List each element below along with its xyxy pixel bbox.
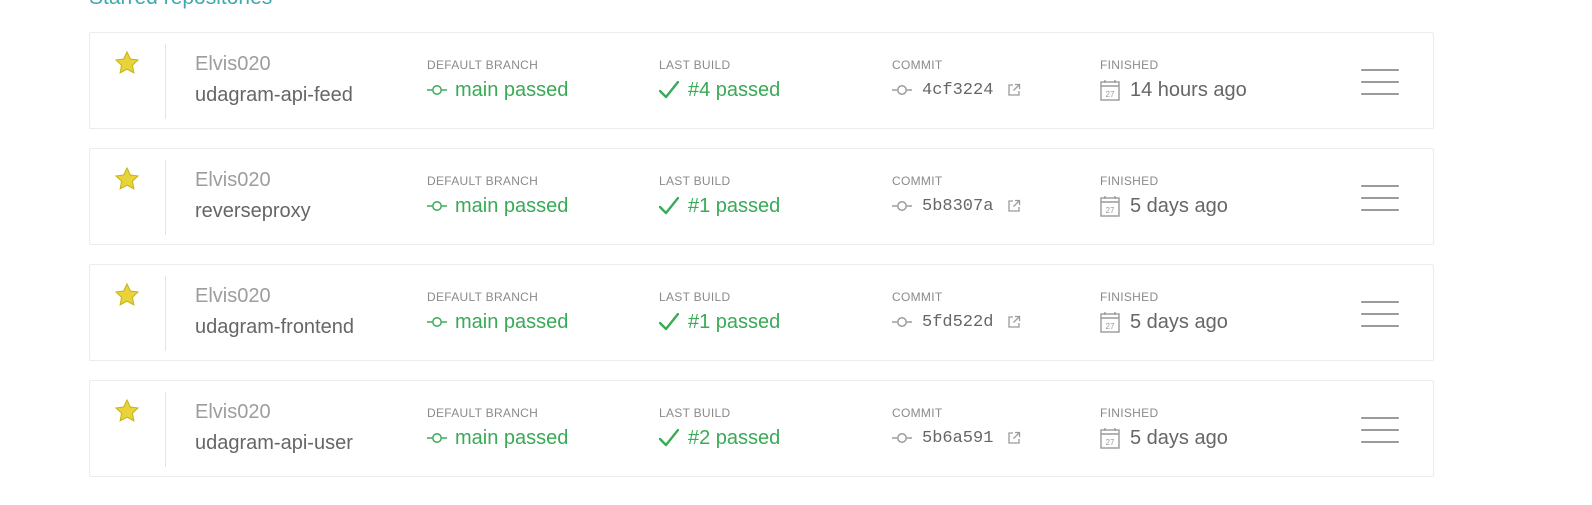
calendar-icon: 27 xyxy=(1100,80,1120,101)
branch-status-text: main passed xyxy=(455,310,569,333)
commit-node-icon xyxy=(892,433,912,443)
default-branch-label: DEFAULT BRANCH xyxy=(427,290,539,304)
last-build-status[interactable]: #4 passed xyxy=(659,77,780,103)
star-icon[interactable] xyxy=(114,166,140,192)
commit-link[interactable]: 5b6a591 xyxy=(892,425,1021,451)
commit-link[interactable]: 5fd522d xyxy=(892,309,1021,335)
default-branch-label: DEFAULT BRANCH xyxy=(427,174,539,188)
finished-time: 27 5 days ago xyxy=(1100,193,1228,219)
finished-label: FINISHED xyxy=(1100,406,1159,420)
section-title[interactable]: Starred repositories xyxy=(89,0,272,10)
repo-name[interactable]: udagram-api-feed xyxy=(195,84,353,107)
divider xyxy=(165,276,166,351)
hamburger-menu-icon[interactable] xyxy=(1361,301,1399,327)
default-branch-label: DEFAULT BRANCH xyxy=(427,406,539,420)
repo-owner[interactable]: Elvis020 xyxy=(195,53,271,76)
check-icon xyxy=(659,81,679,99)
branch-status-text: main passed xyxy=(455,194,569,217)
repo-name[interactable]: udagram-api-user xyxy=(195,432,353,455)
commit-node-icon xyxy=(892,201,912,211)
hamburger-menu-icon[interactable] xyxy=(1361,185,1399,211)
calendar-day: 27 xyxy=(1106,90,1115,99)
commit-link[interactable]: 4cf3224 xyxy=(892,77,1021,103)
repo-card: Elvis020 udagram-api-user DEFAULT BRANCH… xyxy=(89,380,1434,477)
repo-owner[interactable]: Elvis020 xyxy=(195,285,271,308)
divider xyxy=(165,160,166,235)
branch-status-text: main passed xyxy=(455,426,569,449)
commit-label: COMMIT xyxy=(892,406,943,420)
branch-status-text: main passed xyxy=(455,78,569,101)
finished-label: FINISHED xyxy=(1100,58,1159,72)
finished-label: FINISHED xyxy=(1100,174,1159,188)
finished-label: FINISHED xyxy=(1100,290,1159,304)
check-icon xyxy=(659,313,679,331)
finished-text: 5 days ago xyxy=(1130,426,1228,449)
commit-node-icon xyxy=(427,85,447,95)
repo-owner[interactable]: Elvis020 xyxy=(195,169,271,192)
last-build-label: LAST BUILD xyxy=(659,406,731,420)
commit-node-icon xyxy=(427,317,447,327)
finished-text: 5 days ago xyxy=(1130,194,1228,217)
star-icon[interactable] xyxy=(114,50,140,76)
repo-card: Elvis020 reverseproxy DEFAULT BRANCH mai… xyxy=(89,148,1434,245)
calendar-icon: 27 xyxy=(1100,312,1120,333)
last-build-status[interactable]: #1 passed xyxy=(659,193,780,219)
default-branch-status[interactable]: main passed xyxy=(427,193,568,219)
repo-card: Elvis020 udagram-frontend DEFAULT BRANCH… xyxy=(89,264,1434,361)
commit-sha: 5b8307a xyxy=(922,196,994,216)
repo-name[interactable]: reverseproxy xyxy=(195,200,311,223)
build-status-text: #4 passed xyxy=(688,78,781,101)
commit-label: COMMIT xyxy=(892,58,943,72)
repo-name[interactable]: udagram-frontend xyxy=(195,316,354,339)
commit-label: COMMIT xyxy=(892,174,943,188)
commit-node-icon xyxy=(892,85,912,95)
default-branch-status[interactable]: main passed xyxy=(427,425,568,451)
commit-sha: 5b6a591 xyxy=(922,428,994,448)
repo-card: Elvis020 udagram-api-feed DEFAULT BRANCH… xyxy=(89,32,1434,129)
hamburger-menu-icon[interactable] xyxy=(1361,417,1399,443)
commit-label: COMMIT xyxy=(892,290,943,304)
default-branch-label: DEFAULT BRANCH xyxy=(427,58,539,72)
commit-sha: 4cf3224 xyxy=(922,80,994,100)
repo-list: Elvis020 udagram-api-feed DEFAULT BRANCH… xyxy=(89,32,1434,496)
default-branch-status[interactable]: main passed xyxy=(427,77,568,103)
last-build-status[interactable]: #1 passed xyxy=(659,309,780,335)
commit-sha: 5fd522d xyxy=(922,312,994,332)
check-icon xyxy=(659,197,679,215)
finished-time: 27 14 hours ago xyxy=(1100,77,1247,103)
divider xyxy=(165,392,166,467)
repo-owner[interactable]: Elvis020 xyxy=(195,401,271,424)
last-build-label: LAST BUILD xyxy=(659,290,731,304)
default-branch-status[interactable]: main passed xyxy=(427,309,568,335)
finished-text: 5 days ago xyxy=(1130,310,1228,333)
finished-text: 14 hours ago xyxy=(1130,78,1247,101)
build-status-text: #2 passed xyxy=(688,426,781,449)
hamburger-menu-icon[interactable] xyxy=(1361,69,1399,95)
calendar-day: 27 xyxy=(1106,438,1115,447)
commit-node-icon xyxy=(427,433,447,443)
last-build-status[interactable]: #2 passed xyxy=(659,425,780,451)
calendar-day: 27 xyxy=(1106,322,1115,331)
commit-node-icon xyxy=(892,317,912,327)
finished-time: 27 5 days ago xyxy=(1100,309,1228,335)
commit-link[interactable]: 5b8307a xyxy=(892,193,1021,219)
check-icon xyxy=(659,429,679,447)
last-build-label: LAST BUILD xyxy=(659,58,731,72)
build-status-text: #1 passed xyxy=(688,310,781,333)
calendar-icon: 27 xyxy=(1100,428,1120,449)
calendar-icon: 27 xyxy=(1100,196,1120,217)
last-build-label: LAST BUILD xyxy=(659,174,731,188)
divider xyxy=(165,44,166,119)
external-link-icon xyxy=(1008,431,1021,444)
star-icon[interactable] xyxy=(114,282,140,308)
finished-time: 27 5 days ago xyxy=(1100,425,1228,451)
star-icon[interactable] xyxy=(114,398,140,424)
external-link-icon xyxy=(1008,83,1021,96)
build-status-text: #1 passed xyxy=(688,194,781,217)
calendar-day: 27 xyxy=(1106,206,1115,215)
external-link-icon xyxy=(1008,315,1021,328)
commit-node-icon xyxy=(427,201,447,211)
external-link-icon xyxy=(1008,199,1021,212)
